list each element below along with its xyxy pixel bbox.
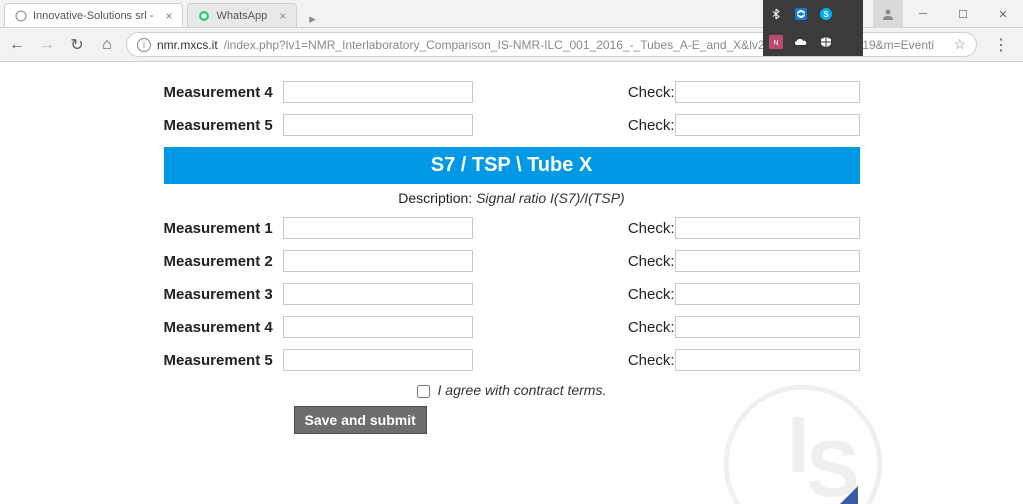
- check-label: Check:: [628, 220, 675, 237]
- check-input[interactable]: [675, 349, 860, 371]
- terms-row: I agree with contract terms.: [164, 382, 860, 398]
- skype-icon[interactable]: S: [818, 6, 834, 22]
- check-input[interactable]: [675, 81, 860, 103]
- measurement-row: Measurement 4 Check:: [164, 316, 860, 338]
- check-input[interactable]: [675, 217, 860, 239]
- minimize-button[interactable]: ─: [903, 0, 943, 28]
- measurement-label: Measurement 5: [164, 117, 284, 134]
- measurement-row: Measurement 3 Check:: [164, 283, 860, 305]
- measurement-input[interactable]: [283, 316, 473, 338]
- description-label: Description:: [398, 190, 472, 206]
- svg-text:S: S: [823, 10, 829, 19]
- check-input[interactable]: [675, 316, 860, 338]
- check-label: Check:: [628, 117, 675, 134]
- measurement-row: Measurement 5 Check:: [164, 114, 860, 136]
- check-label: Check:: [628, 286, 675, 303]
- reload-button[interactable]: ↻: [66, 34, 88, 56]
- bookmark-star-icon[interactable]: ☆: [953, 36, 966, 53]
- tab-title: WhatsApp: [216, 10, 267, 22]
- page-fold-corner: [840, 486, 858, 504]
- measurement-input[interactable]: [283, 250, 473, 272]
- address-bar: ← → ↻ ⌂ i nmr.mxcs.it/index.php?lv1=NMR_…: [0, 28, 1023, 62]
- check-label: Check:: [628, 84, 675, 101]
- teamviewer-icon[interactable]: [793, 6, 809, 22]
- measurement-label: Measurement 5: [164, 352, 284, 369]
- measurement-label: Measurement 3: [164, 286, 284, 303]
- defender-icon[interactable]: [818, 34, 834, 50]
- check-input[interactable]: [675, 114, 860, 136]
- measurement-input[interactable]: [283, 81, 473, 103]
- measurement-input[interactable]: [283, 217, 473, 239]
- whatsapp-icon: [198, 10, 210, 22]
- url-tail: 19&m=Eventi: [862, 38, 934, 52]
- measurement-label: Measurement 4: [164, 319, 284, 336]
- measurement-label: Measurement 4: [164, 84, 284, 101]
- forward-button[interactable]: →: [36, 34, 58, 56]
- terms-checkbox[interactable]: [417, 385, 430, 398]
- check-input[interactable]: [675, 283, 860, 305]
- check-label: Check:: [628, 319, 675, 336]
- window-controls: ─ ☐ ✕: [873, 0, 1023, 28]
- terms-label: I agree with contract terms.: [438, 382, 607, 398]
- home-button[interactable]: ⌂: [96, 34, 118, 56]
- measurement-label: Measurement 1: [164, 220, 284, 237]
- browser-tab[interactable]: WhatsApp ×: [187, 3, 297, 27]
- description-value: Signal ratio I(S7)/I(TSP): [476, 190, 625, 206]
- url-host: nmr.mxcs.it: [157, 38, 218, 52]
- check-label: Check:: [628, 352, 675, 369]
- url-path: /index.php?lv1=NMR_Interlaboratory_Compa…: [224, 38, 837, 52]
- empty-tray-slot: [843, 6, 859, 22]
- user-icon[interactable]: [873, 0, 903, 28]
- back-button[interactable]: ←: [6, 34, 28, 56]
- page-icon: [15, 10, 27, 22]
- form-container: Measurement 4 Check: Measurement 5 Check…: [164, 62, 860, 434]
- empty-tray-slot-2: [843, 34, 859, 50]
- bluetooth-icon[interactable]: [768, 6, 784, 22]
- measurement-row: Measurement 1 Check:: [164, 217, 860, 239]
- tab-title: Innovative-Solutions srl -: [33, 10, 153, 22]
- measurement-input[interactable]: [283, 349, 473, 371]
- browser-tab-bar: Innovative-Solutions srl - × WhatsApp × …: [0, 0, 1023, 28]
- close-button[interactable]: ✕: [983, 0, 1023, 28]
- close-icon[interactable]: ×: [279, 9, 286, 23]
- browser-tab-active[interactable]: Innovative-Solutions srl - ×: [4, 3, 183, 27]
- system-tray-overlay: S N: [763, 0, 863, 56]
- new-tab-button[interactable]: ▸: [303, 11, 322, 27]
- onedrive-icon[interactable]: [793, 34, 809, 50]
- measurement-row: Measurement 4 Check:: [164, 81, 860, 103]
- page-content: I S Measurement 4 Check: Measurement 5 C…: [0, 62, 1023, 504]
- measurement-input[interactable]: [283, 114, 473, 136]
- measurement-row: Measurement 2 Check:: [164, 250, 860, 272]
- measurement-input[interactable]: [283, 283, 473, 305]
- section-header: S7 / TSP \ Tube X: [164, 147, 860, 184]
- menu-button[interactable]: ⋮: [985, 35, 1017, 55]
- check-label: Check:: [628, 253, 675, 270]
- svg-text:N: N: [773, 40, 778, 47]
- check-input[interactable]: [675, 250, 860, 272]
- save-submit-button[interactable]: Save and submit: [294, 406, 427, 434]
- close-icon[interactable]: ×: [165, 9, 172, 23]
- site-info-icon[interactable]: i: [137, 38, 151, 52]
- section-description: Description: Signal ratio I(S7)/I(TSP): [164, 190, 860, 206]
- measurement-row: Measurement 5 Check:: [164, 349, 860, 371]
- maximize-button[interactable]: ☐: [943, 0, 983, 28]
- nitro-icon[interactable]: N: [768, 34, 784, 50]
- measurement-label: Measurement 2: [164, 253, 284, 270]
